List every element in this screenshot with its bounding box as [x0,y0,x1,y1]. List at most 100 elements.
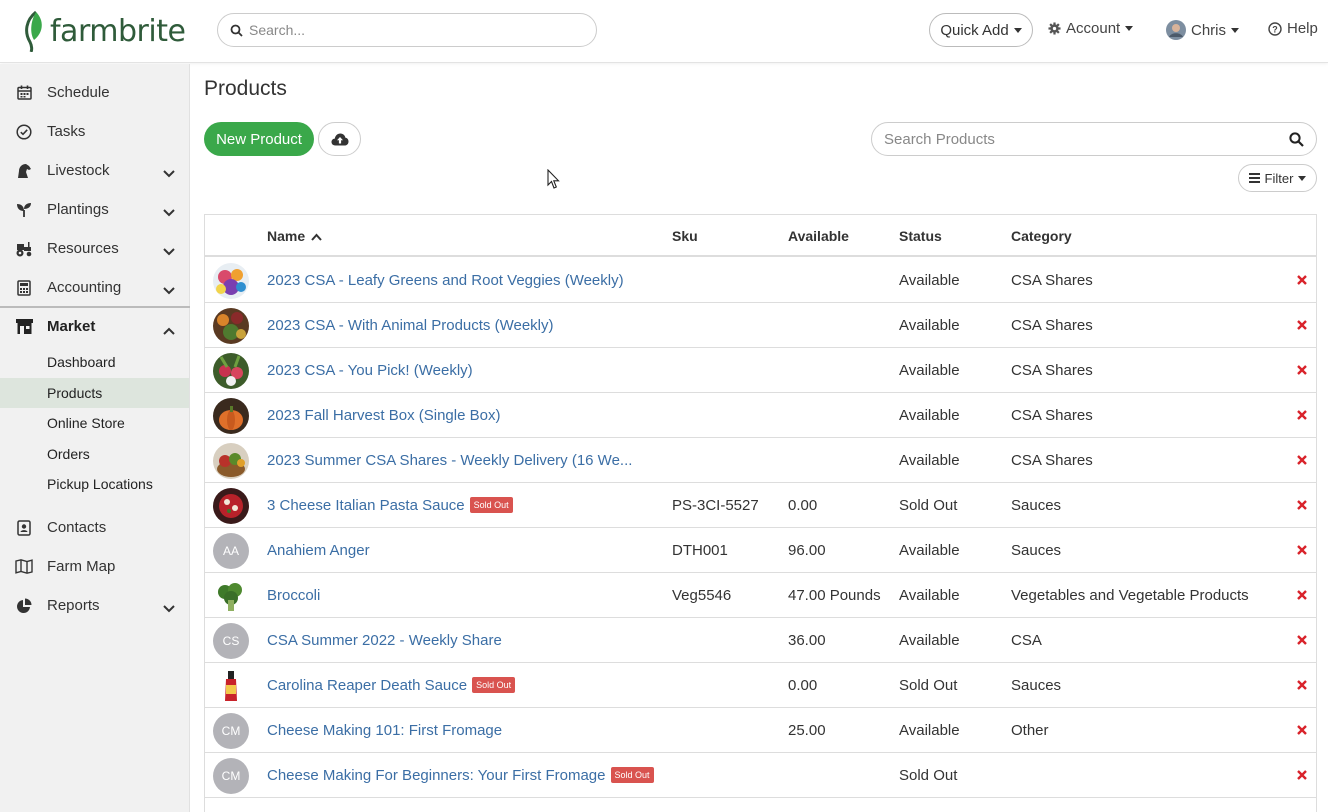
sidebar-sub-pickup-locations[interactable]: Pickup Locations [0,469,189,499]
global-search-input[interactable] [249,22,569,38]
address-book-icon [15,519,33,537]
product-name-link[interactable]: Cheese Making 101: First Fromage [267,722,502,739]
table-row[interactable]: 2023 CSA - With Animal Products (Weekly)… [205,303,1316,348]
global-search[interactable] [217,13,597,47]
table-row[interactable]: 2023 CSA - Leafy Greens and Root Veggies… [205,258,1316,303]
product-name-link[interactable]: Cheese Making For Beginners: Your First … [267,767,654,784]
sidebar-item-livestock[interactable]: Livestock [0,151,190,190]
user-label: Chris [1191,21,1227,39]
table-row[interactable]: 3 Cheese Italian Pasta Sauce Sold Out PS-3… [205,483,1316,528]
sold-out-badge: Sold Out [472,677,516,694]
product-name-link[interactable]: 2023 Summer CSA Shares - Weekly Delivery… [267,452,632,469]
column-header-category[interactable]: Category [1011,228,1072,244]
svg-text:?: ? [1272,24,1278,34]
product-name-link[interactable]: Broccoli [267,587,320,604]
sidebar-sub-dashboard[interactable]: Dashboard [0,347,189,377]
product-name-link[interactable]: 2023 CSA - With Animal Products (Weekly) [267,317,554,334]
import-button[interactable] [318,122,361,156]
top-navbar: farmbrite Quick Add Account Chris ? Help [0,0,1328,63]
sidebar-item-farm-map[interactable]: Farm Map [0,547,190,586]
sidebar-sub-products[interactable]: Products [0,378,189,408]
product-name-link[interactable]: Anahiem Anger [267,542,370,559]
product-category: Sauces [1011,542,1062,559]
product-search-input[interactable] [884,130,1274,148]
product-available: 96.00 [788,542,826,559]
product-name-link[interactable]: 2023 Fall Harvest Box (Single Box) [267,407,500,424]
delete-icon[interactable] [1297,407,1307,423]
delete-icon[interactable] [1297,632,1307,648]
sold-out-badge: Sold Out [610,767,654,784]
product-status: Available [899,542,960,559]
account-label: Account [1066,20,1121,37]
sidebar-item-tasks[interactable]: Tasks [0,112,190,151]
sidebar-item-plantings[interactable]: Plantings [0,190,190,229]
product-available: 47.00 Pounds [788,587,881,604]
quick-add-button[interactable]: Quick Add [929,13,1033,47]
product-available: 0.00 [788,677,818,694]
table-row[interactable]: CM Cheese Making For Beginners: Your Firs… [205,753,1316,798]
product-category: CSA Shares [1011,362,1093,379]
leaf-logo-icon [25,10,42,52]
product-status: Available [899,272,960,289]
sidebar-item-market[interactable]: Market [0,306,190,345]
table-row[interactable]: CM Cheese Making 101: First Fromage 25.00 A… [205,708,1316,753]
table-row[interactable]: AA Anahiem Anger DTH001 96.00 Available Sauce… [205,528,1316,573]
product-search[interactable] [871,122,1317,156]
check-circle-icon [15,123,33,141]
sidebar-sub-online-store[interactable]: Online Store [0,408,189,438]
chevron-down-icon [163,165,175,182]
search-icon [230,24,243,37]
table-row[interactable]: 2023 Summer CSA Shares - Weekly Delivery… [205,438,1316,483]
sidebar-sub-orders[interactable]: Orders [0,439,189,469]
product-name-link[interactable]: 2023 CSA - Leafy Greens and Root Veggies… [267,272,624,289]
question-circle-icon: ? [1268,21,1282,36]
sidebar-item-label: Market [47,318,96,335]
column-header-status[interactable]: Status [899,228,942,244]
table-row[interactable]: Broccoli Veg5546 47.00 Pounds Available Vege… [205,573,1316,618]
table-row[interactable]: 2023 Fall Harvest Box (Single Box) Availa… [205,393,1316,438]
product-category: Sauces [1011,677,1062,694]
column-header-available[interactable]: Available [788,228,849,244]
column-header-sku[interactable]: Sku [672,228,698,244]
product-name-link[interactable]: CSA Summer 2022 - Weekly Share [267,632,502,649]
farmbrite-logo[interactable]: farmbrite [22,10,186,52]
sidebar-item-schedule[interactable]: Schedule [0,73,190,112]
product-name-link[interactable]: 2023 CSA - You Pick! (Weekly) [267,362,473,379]
product-thumbnail [213,398,249,434]
sidebar-item-label: Contacts [47,519,107,536]
product-name-link[interactable]: Carolina Reaper Death Sauce Sold Out [267,677,516,694]
table-row-partial[interactable] [205,798,1316,812]
delete-icon[interactable] [1297,497,1307,513]
user-avatar [1166,20,1186,40]
sidebar-item-label: Tasks [47,123,86,140]
column-header-name[interactable]: Name [267,228,322,244]
delete-icon[interactable] [1297,722,1307,738]
table-row[interactable]: 2023 CSA - You Pick! (Weekly) Available CS… [205,348,1316,393]
delete-icon[interactable] [1297,587,1307,603]
delete-icon[interactable] [1297,452,1307,468]
product-category: Sauces [1011,497,1062,514]
delete-icon[interactable] [1297,272,1307,288]
filter-button[interactable]: Filter [1238,164,1317,192]
chevron-down-icon [163,600,175,617]
sidebar-item-accounting[interactable]: Accounting [0,268,190,307]
sidebar-item-label: Accounting [47,279,122,296]
delete-icon[interactable] [1297,362,1307,378]
delete-icon[interactable] [1297,767,1307,783]
help-label: Help [1287,20,1318,37]
table-row[interactable]: CS CSA Summer 2022 - Weekly Share 36.00 Ava… [205,618,1316,663]
product-avatar: CS [213,623,249,659]
product-name-link[interactable]: 3 Cheese Italian Pasta Sauce Sold Out [267,497,513,514]
search-icon[interactable] [1289,132,1304,150]
help-link[interactable]: ? Help [1268,20,1318,37]
delete-icon[interactable] [1297,317,1307,333]
delete-icon[interactable] [1297,542,1307,558]
new-product-button[interactable]: New Product [204,122,314,156]
delete-icon[interactable] [1297,677,1307,693]
sidebar-item-resources[interactable]: Resources [0,229,190,268]
user-menu[interactable]: Chris [1166,20,1240,40]
sidebar-item-contacts[interactable]: Contacts [0,508,190,547]
account-menu[interactable]: Account [1048,20,1134,37]
table-row[interactable]: Carolina Reaper Death Sauce Sold Out 0.00 S… [205,663,1316,708]
sidebar-item-reports[interactable]: Reports [0,586,190,625]
